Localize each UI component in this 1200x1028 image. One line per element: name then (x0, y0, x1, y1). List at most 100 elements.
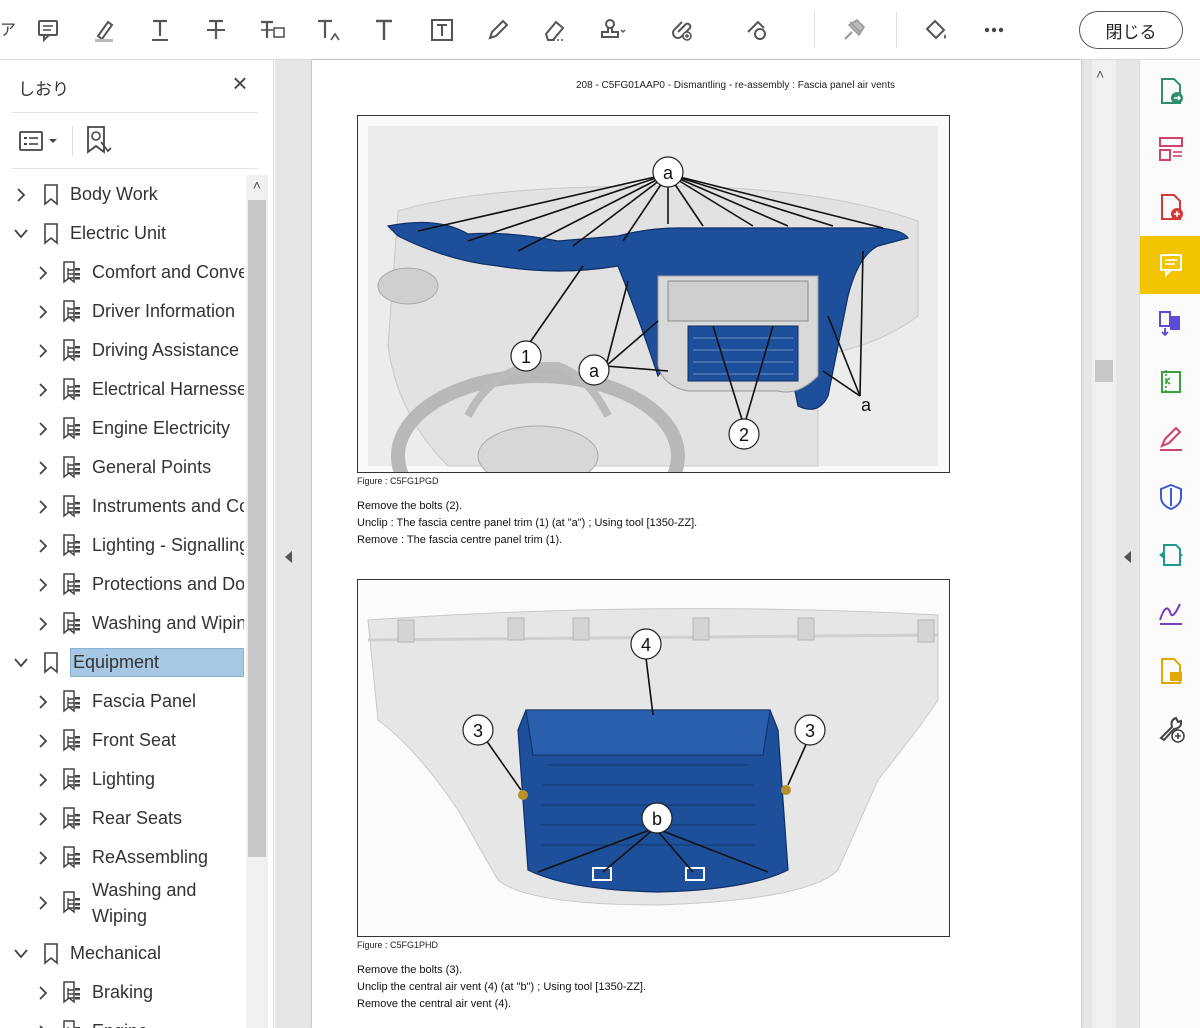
chevron-down-icon[interactable] (12, 945, 30, 963)
bookmark-tree-icon (62, 494, 84, 519)
fill-sign-icon[interactable] (918, 12, 954, 48)
bookmark-item[interactable]: ReAssembling (34, 838, 208, 877)
chevron-right-icon[interactable] (34, 615, 52, 633)
bookmark-label: ReAssembling (92, 847, 209, 867)
chevron-right-icon[interactable] (34, 984, 52, 1002)
bookmark-item[interactable]: Comfort and Conve (34, 253, 244, 292)
protect-icon[interactable] (1140, 468, 1200, 526)
document-scrollbar[interactable]: ˄ (1092, 60, 1116, 1028)
comment-icon[interactable] (1140, 236, 1200, 294)
chevron-right-icon[interactable] (34, 303, 52, 321)
combine-files-icon[interactable] (1140, 294, 1200, 352)
stamp-icon[interactable] (594, 12, 630, 48)
bookmark-label: Washing and Wipin (92, 613, 244, 633)
chevron-right-icon[interactable] (34, 849, 52, 867)
bookmark-item[interactable]: Driving Assistance (34, 331, 239, 370)
bookmark-item[interactable]: Rear Seats (34, 799, 182, 838)
chevron-right-icon[interactable] (34, 576, 52, 594)
chevron-right-icon[interactable] (34, 693, 52, 711)
scrollbar-thumb[interactable] (248, 200, 266, 857)
bookmark-item[interactable]: Instruments and Cc (34, 487, 244, 526)
figure-central-air-vent: 4 3 3 b (357, 579, 950, 937)
strikethrough-text-icon[interactable] (198, 12, 234, 48)
callout-a: a (861, 395, 872, 415)
organize-pages-icon[interactable] (1140, 120, 1200, 178)
bookmark-item[interactable]: Washing and Wiping (34, 877, 222, 929)
edit-pdf-icon[interactable] (1140, 642, 1200, 700)
send-for-review-icon[interactable] (1140, 526, 1200, 584)
chevron-right-icon[interactable] (34, 537, 52, 555)
scroll-up-icon[interactable]: ˄ (249, 177, 265, 193)
instruction-line: Remove the bolts (3). (357, 964, 463, 976)
chevron-right-icon[interactable] (12, 186, 30, 204)
bookmark-item[interactable]: Mechanical (12, 934, 161, 973)
bookmark-label: Braking (92, 982, 154, 1002)
bookmark-label: Lighting - Signalling (92, 535, 244, 555)
chevron-right-icon[interactable] (34, 732, 52, 750)
bookmark-icon (40, 651, 62, 675)
bookmark-item[interactable]: Lighting (34, 760, 155, 799)
bookmark-item[interactable]: Washing and Wipin (34, 604, 244, 643)
scroll-up-icon[interactable]: ˄ (1096, 66, 1104, 82)
bookmark-item[interactable]: Engine Electricity (34, 409, 230, 448)
select-tool-icon[interactable]: ア (0, 12, 20, 48)
bookmark-item[interactable]: Equipment (12, 643, 244, 682)
chevron-right-icon[interactable] (34, 810, 52, 828)
replace-text-icon[interactable] (254, 12, 290, 48)
bookmark-scrollbar[interactable]: ˄ (246, 175, 268, 1028)
export-pdf-icon[interactable] (1140, 62, 1200, 120)
list-options-icon (19, 131, 57, 151)
chevron-down-icon[interactable] (12, 225, 30, 243)
bookmark-options-button[interactable] (18, 126, 62, 156)
bookmark-item[interactable]: Body Work (12, 175, 158, 214)
bookmark-tree-icon (62, 455, 84, 480)
underline-text-icon[interactable] (142, 12, 178, 48)
bookmark-item[interactable]: Electrical Harnesses (34, 370, 244, 409)
compress-icon[interactable] (1140, 352, 1200, 410)
chevron-down-icon[interactable] (12, 654, 30, 672)
pencil-icon[interactable] (480, 12, 516, 48)
chevron-right-icon[interactable] (34, 1023, 52, 1028)
pin-icon[interactable] (836, 12, 872, 48)
bookmark-item[interactable]: Driver Information (34, 292, 235, 331)
scrollbar-thumb[interactable] (1095, 360, 1113, 382)
text-box-icon[interactable] (424, 12, 460, 48)
close-icon[interactable]: × (228, 70, 252, 96)
bookmark-icon (40, 942, 62, 966)
bookmark-tree-icon (62, 845, 84, 870)
more-icon[interactable] (976, 12, 1012, 48)
find-bookmark-icon[interactable] (84, 124, 114, 158)
chevron-right-icon[interactable] (34, 894, 52, 912)
eraser-icon[interactable] (536, 12, 572, 48)
bookmark-item[interactable]: Lighting - Signalling (34, 526, 244, 565)
collapse-right-panel-icon[interactable] (1122, 550, 1132, 564)
more-tools-icon[interactable] (1140, 700, 1200, 758)
bookmark-item[interactable]: General Points (34, 448, 211, 487)
bookmark-item[interactable]: Front Seat (34, 721, 176, 760)
bookmark-label: Body Work (70, 184, 158, 204)
highlight-icon[interactable] (86, 12, 122, 48)
comment-icon[interactable] (30, 12, 66, 48)
chevron-right-icon[interactable] (34, 420, 52, 438)
close-button[interactable]: 閉じる (1079, 11, 1183, 49)
bookmark-item[interactable]: Braking (34, 973, 153, 1012)
insert-text-icon[interactable] (310, 12, 346, 48)
create-pdf-icon[interactable] (1140, 178, 1200, 236)
bookmark-item[interactable]: Engine (34, 1012, 148, 1028)
chevron-right-icon[interactable] (34, 771, 52, 789)
chevron-right-icon[interactable] (34, 459, 52, 477)
attach-file-icon[interactable] (666, 12, 702, 48)
chevron-right-icon[interactable] (34, 381, 52, 399)
bookmark-item[interactable]: Electric Unit (12, 214, 166, 253)
bookmark-item[interactable]: Protections and Do (34, 565, 244, 604)
bookmark-item[interactable]: Fascia Panel (34, 682, 196, 721)
add-text-icon[interactable] (366, 12, 402, 48)
request-signature-icon[interactable] (1140, 584, 1200, 642)
chevron-right-icon[interactable] (34, 498, 52, 516)
fill-sign-icon[interactable] (1140, 410, 1200, 468)
instructions-block: Remove the bolts (3). Unclip the central… (357, 962, 646, 1013)
chevron-right-icon[interactable] (34, 342, 52, 360)
collapse-left-panel-icon[interactable] (283, 550, 293, 564)
chevron-right-icon[interactable] (34, 264, 52, 282)
shapes-icon[interactable] (740, 12, 776, 48)
